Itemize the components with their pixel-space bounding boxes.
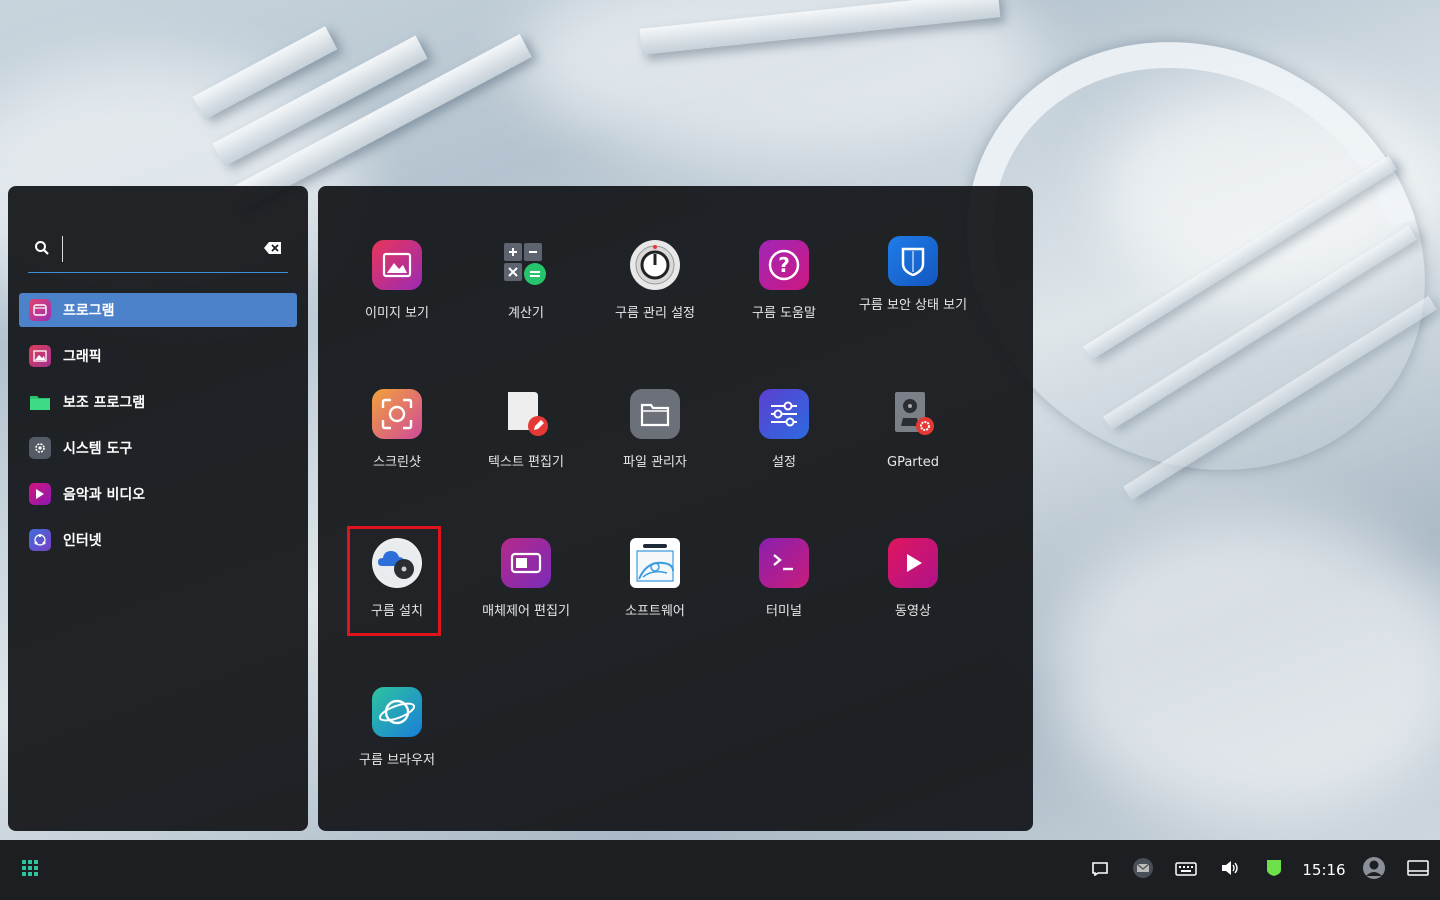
graphics-icon bbox=[29, 345, 51, 367]
control-knob-icon bbox=[630, 240, 680, 290]
software-icon bbox=[630, 538, 680, 588]
calculator-icon bbox=[501, 240, 551, 290]
category-panel: 프로그램 그래픽 보조 프로그램 시스템 도구 음악과 비디오 인터넷 bbox=[8, 186, 308, 831]
keyboard-icon bbox=[1175, 861, 1197, 880]
taskbar: 15:16 bbox=[0, 840, 1440, 900]
program-icon bbox=[29, 299, 51, 321]
user-avatar-icon bbox=[1362, 856, 1386, 884]
image-viewer-icon bbox=[372, 240, 422, 290]
help-icon: ? bbox=[759, 240, 809, 290]
media-control-icon bbox=[501, 538, 551, 588]
app-label: 동영상 bbox=[895, 604, 931, 619]
app-cloud-installer[interactable]: 구름 설치 bbox=[333, 524, 461, 654]
screenshot-icon bbox=[372, 389, 422, 439]
clock[interactable]: 15:16 bbox=[1298, 840, 1350, 900]
app-launcher-button[interactable] bbox=[16, 840, 44, 900]
gear-icon bbox=[29, 437, 51, 459]
app-text-editor[interactable]: 텍스트 편집기 bbox=[462, 375, 590, 505]
app-label: 터미널 bbox=[766, 604, 802, 619]
volume-button[interactable] bbox=[1216, 840, 1244, 900]
security-status-button[interactable] bbox=[1262, 840, 1286, 900]
network-icon bbox=[29, 529, 51, 551]
show-desktop-button[interactable] bbox=[1404, 840, 1432, 900]
app-video-player[interactable]: 동영상 bbox=[849, 524, 977, 654]
category-accessories[interactable]: 보조 프로그램 bbox=[19, 385, 297, 419]
app-media-control-editor[interactable]: 매체제어 편집기 bbox=[462, 524, 590, 654]
app-settings[interactable]: 설정 bbox=[720, 375, 848, 505]
category-music-video[interactable]: 음악과 비디오 bbox=[19, 477, 297, 511]
category-label: 그래픽 bbox=[63, 349, 102, 365]
app-terminal[interactable]: 터미널 bbox=[720, 524, 848, 654]
app-label: 구름 보안 상태 보기 bbox=[858, 298, 968, 313]
app-label: 설정 bbox=[772, 455, 796, 470]
app-cloud-browser[interactable]: 구름 브라우저 bbox=[333, 673, 461, 803]
grid-icon bbox=[21, 859, 39, 881]
app-screenshot[interactable]: 스크린샷 bbox=[333, 375, 461, 505]
app-grid-panel: 이미지 보기 계산기 구름 관리 설정 ? 구름 도움말 구름 보안 상태 보기… bbox=[318, 186, 1033, 831]
file-manager-icon bbox=[630, 389, 680, 439]
video-player-icon bbox=[888, 538, 938, 588]
svg-text:?: ? bbox=[778, 253, 790, 277]
app-label: 계산기 bbox=[508, 306, 544, 321]
app-label: 파일 관리자 bbox=[623, 455, 687, 470]
app-label: 소프트웨어 bbox=[625, 604, 685, 619]
sliders-icon bbox=[759, 389, 809, 439]
mail-button[interactable] bbox=[1130, 840, 1156, 900]
volume-icon bbox=[1220, 860, 1240, 880]
user-button[interactable] bbox=[1360, 840, 1388, 900]
search-box[interactable] bbox=[28, 226, 288, 273]
play-icon bbox=[29, 483, 51, 505]
category-graphics[interactable]: 그래픽 bbox=[19, 339, 297, 373]
category-internet[interactable]: 인터넷 bbox=[19, 523, 297, 557]
notification-button[interactable] bbox=[1088, 840, 1112, 900]
shield-icon bbox=[888, 236, 938, 286]
category-label: 시스템 도구 bbox=[63, 441, 133, 457]
mail-icon bbox=[1132, 857, 1154, 883]
app-calculator[interactable]: 계산기 bbox=[462, 226, 590, 356]
shield-icon bbox=[1266, 859, 1282, 881]
search-icon bbox=[34, 240, 50, 260]
app-image-viewer[interactable]: 이미지 보기 bbox=[333, 226, 461, 356]
app-cloud-settings-manager[interactable]: 구름 관리 설정 bbox=[591, 226, 719, 356]
category-label: 음악과 비디오 bbox=[63, 487, 146, 503]
app-label: 구름 브라우저 bbox=[359, 753, 435, 768]
installer-icon bbox=[372, 538, 422, 588]
browser-icon bbox=[372, 687, 422, 737]
app-label: 구름 관리 설정 bbox=[614, 306, 696, 321]
desktop-icon bbox=[1407, 860, 1429, 880]
clear-search-icon[interactable] bbox=[264, 240, 282, 259]
category-label: 프로그램 bbox=[63, 303, 115, 319]
terminal-icon bbox=[759, 538, 809, 588]
app-software[interactable]: 소프트웨어 bbox=[591, 524, 719, 654]
chat-bubble-icon bbox=[1092, 861, 1108, 880]
app-label: 구름 설치 bbox=[371, 604, 423, 619]
app-label: 이미지 보기 bbox=[365, 306, 429, 321]
disk-icon bbox=[888, 389, 938, 439]
app-label: 구름 도움말 bbox=[752, 306, 816, 321]
app-label: GParted bbox=[887, 455, 939, 470]
app-gparted[interactable]: GParted bbox=[849, 375, 977, 505]
app-cloud-security-status[interactable]: 구름 보안 상태 보기 bbox=[849, 226, 977, 356]
category-label: 보조 프로그램 bbox=[63, 395, 146, 411]
folder-icon bbox=[29, 391, 51, 413]
app-label: 스크린샷 bbox=[373, 455, 421, 470]
app-file-manager[interactable]: 파일 관리자 bbox=[591, 375, 719, 505]
app-cloud-help[interactable]: ? 구름 도움말 bbox=[720, 226, 848, 356]
category-program[interactable]: 프로그램 bbox=[19, 293, 297, 327]
app-label: 텍스트 편집기 bbox=[488, 455, 564, 470]
clock-text: 15:16 bbox=[1302, 861, 1346, 879]
text-editor-icon bbox=[501, 389, 551, 439]
search-input[interactable] bbox=[62, 236, 259, 262]
keyboard-button[interactable] bbox=[1172, 840, 1200, 900]
app-label: 매체제어 편집기 bbox=[482, 604, 570, 619]
category-label: 인터넷 bbox=[63, 533, 102, 549]
category-system-tools[interactable]: 시스템 도구 bbox=[19, 431, 297, 465]
